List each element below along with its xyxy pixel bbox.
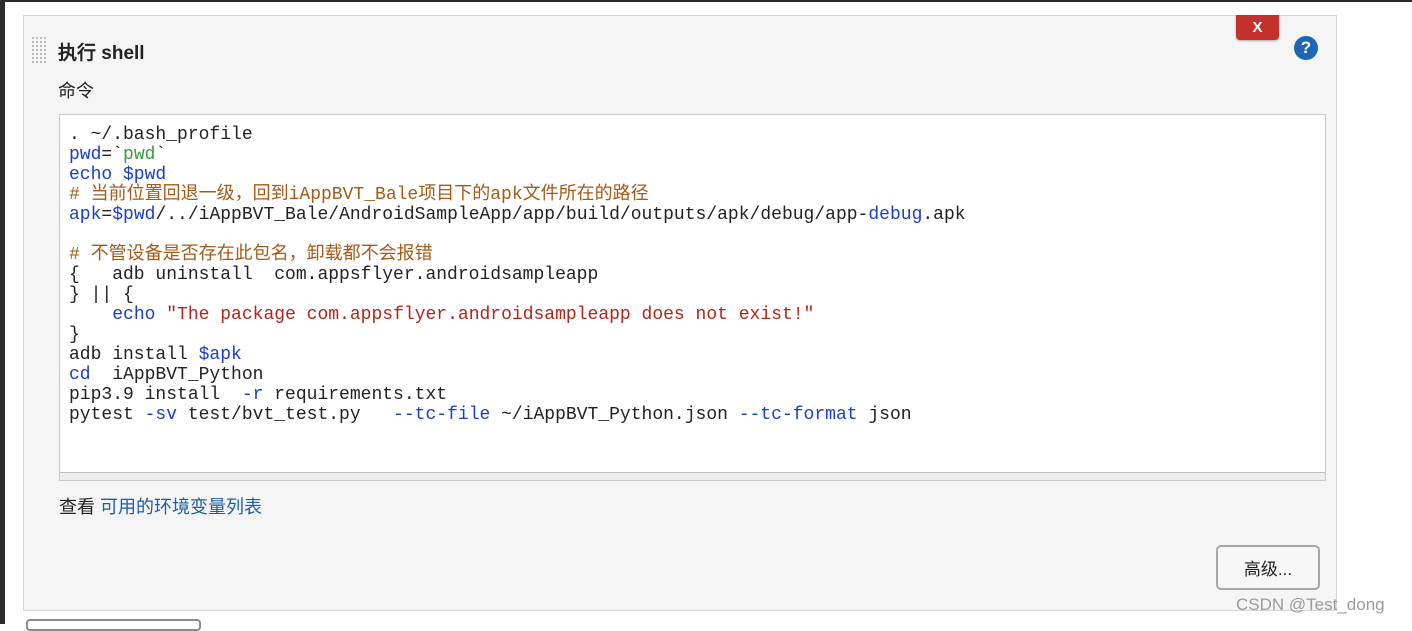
delete-step-button[interactable]: X (1236, 15, 1279, 40)
code-token: -sv (144, 405, 178, 425)
code-token: --tc-file (393, 405, 491, 425)
command-editor[interactable]: . ~/.bash_profile pwd=`pwd` echo $pwd # 当前位… (59, 114, 1326, 481)
code-token: "The package com.appsflyer.androidsample… (166, 305, 815, 325)
code-token: requirements.txt (263, 385, 448, 405)
drag-handle-icon[interactable] (31, 36, 47, 64)
code-token: /../iAppBVT_Bale/AndroidSampleApp/app/bu… (155, 205, 869, 225)
code-line: apk=$pwd/../iAppBVT_Bale/AndroidSampleAp… (69, 205, 966, 225)
advanced-button[interactable]: 高级... (1216, 545, 1320, 590)
code-token: cd (69, 365, 91, 385)
code-token: ` (155, 145, 167, 165)
command-label: 命令 (58, 81, 94, 101)
code-token: iAppBVT_Python (90, 365, 264, 385)
add-build-step-button[interactable] (26, 619, 201, 631)
code-token: } (69, 325, 80, 345)
code-token: } || { (69, 285, 134, 305)
code-token: echo (112, 305, 156, 325)
code-line: . ~/.bash_profile (69, 125, 966, 145)
code-token: debug (868, 205, 923, 225)
window-left-border (0, 0, 5, 624)
code-token: =` (101, 145, 124, 165)
code-token: json (857, 405, 912, 425)
code-token: # 不管设备是否存在此包名，卸载都不会报错 (69, 245, 433, 265)
code-token: apk (69, 205, 102, 225)
code-token: adb install (69, 345, 199, 365)
code-line: cd iAppBVT_Python (69, 365, 966, 385)
code-token: pwd (123, 145, 156, 165)
code-token: ~/iAppBVT_Python.json (490, 405, 739, 425)
code-token: echo $pwd (69, 165, 167, 185)
code-token: pip3.9 install (69, 385, 242, 405)
code-line: } (69, 325, 966, 345)
code-line: echo "The package com.appsflyer.androids… (69, 305, 966, 325)
code-token: pytest (69, 405, 145, 425)
code-token: # 当前位置回退一级，回到iAppBVT_Bale项目下的apk文件所在的路径 (69, 185, 649, 205)
code-line: { adb uninstall com.appsflyer.androidsam… (69, 265, 966, 285)
code-token: $apk (198, 345, 242, 365)
watermark: CSDN @Test_dong (1236, 595, 1385, 614)
code-token: . ~/.bash_profile (69, 125, 253, 145)
code-line: pwd=`pwd` (69, 145, 966, 165)
code-token: $pwd (112, 205, 156, 225)
env-variables-link[interactable]: 可用的环境变量列表 (100, 497, 262, 517)
code-token: pwd (69, 145, 102, 165)
code-token: --tc-format (738, 405, 858, 425)
code-token: = (101, 205, 113, 225)
code-line: echo $pwd (69, 165, 966, 185)
build-step-title: 执行 shell (58, 43, 145, 64)
window-top-border (0, 0, 1412, 2)
code-line: adb install $apk (69, 345, 966, 365)
code-line: } || { (69, 285, 966, 305)
code-line: # 不管设备是否存在此包名，卸载都不会报错 (69, 245, 966, 265)
code-line: pytest -sv test/bvt_test.py --tc-file ~/… (69, 405, 966, 425)
code-token: test/bvt_test.py (177, 405, 394, 425)
command-code[interactable]: . ~/.bash_profile pwd=`pwd` echo $pwd # 当前位… (69, 125, 966, 425)
help-icon[interactable]: ? (1294, 36, 1318, 60)
code-token: { adb uninstall com.appsflyer.androidsam… (69, 265, 599, 285)
code-line: pip3.9 install -r requirements.txt (69, 385, 966, 405)
code-token: -r (241, 385, 264, 405)
env-variables-line: 查看 可用的环境变量列表 (59, 493, 262, 519)
editor-resize-handle[interactable] (60, 472, 1325, 480)
code-token: .apk (922, 205, 966, 225)
env-prefix: 查看 (59, 497, 95, 517)
code-line: # 当前位置回退一级，回到iAppBVT_Bale项目下的apk文件所在的路径 (69, 185, 966, 205)
